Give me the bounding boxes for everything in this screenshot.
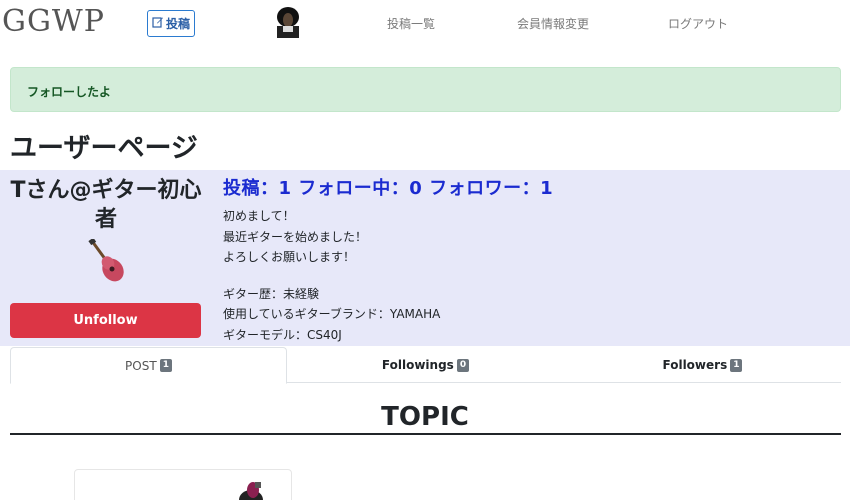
- tab-label: POST: [125, 358, 157, 373]
- count-badge: 1: [159, 359, 172, 372]
- unfollow-button[interactable]: Unfollow: [10, 303, 201, 338]
- brand-logo[interactable]: GGWP: [2, 2, 105, 42]
- divider: [10, 433, 841, 435]
- user-bio: 初めまして！ 最近ギターを始めました！ よろしくお願いします！ ギター歴：未経験…: [223, 206, 440, 345]
- success-alert: フォローしたよ: [10, 67, 841, 112]
- bio-line: 最近ギターを始めました！: [223, 229, 368, 244]
- bio-line: 初めまして！: [223, 209, 295, 223]
- bio-spacer: [223, 268, 440, 284]
- page-title: ユーザーページ: [10, 133, 198, 164]
- post-card[interactable]: [74, 469, 292, 500]
- guitar-model: ギターモデル：CS40J: [223, 327, 342, 342]
- guitar-experience: ギター歴：未経験: [223, 286, 320, 301]
- count-badge: 0: [456, 358, 470, 372]
- new-post-button[interactable]: 投稿: [147, 10, 195, 37]
- profile-tabs: POST 1 Followings 0 Followers 1: [10, 347, 841, 384]
- guitar-icon: [86, 237, 126, 283]
- navbar: GGWP 投稿 投稿一覧 会員情報変更 ログアウト: [0, 0, 850, 46]
- tab-label: Followings: [381, 358, 454, 372]
- user-name: Tさん@ギター初心者: [10, 178, 202, 232]
- bio-line: よろしくお願いします！: [223, 250, 356, 264]
- nav-edit-profile[interactable]: 会員情報変更: [517, 15, 589, 32]
- nav-post-list[interactable]: 投稿一覧: [387, 15, 435, 32]
- user-stats: 投稿：1 フォロー中：0 フォロワー：1: [223, 178, 554, 199]
- new-post-label: 投稿: [165, 17, 190, 31]
- tab-followers[interactable]: Followers 1: [564, 347, 841, 383]
- tab-followings[interactable]: Followings 0: [287, 347, 564, 383]
- avatar[interactable]: [274, 6, 302, 38]
- tab-label: Followers: [662, 358, 728, 372]
- topic-heading: TOPIC: [381, 402, 469, 432]
- count-badge: 1: [730, 358, 743, 372]
- guitar-brand: 使用しているギターブランド：YAMAHA: [223, 307, 441, 321]
- nav-logout[interactable]: ログアウト: [668, 15, 728, 32]
- profile-panel: Tさん@ギター初心者 Unfollow 投稿：1 フォロー中：0 フォロワー：1…: [0, 170, 850, 346]
- post-image: [235, 480, 267, 500]
- edit-icon: [152, 16, 164, 31]
- tab-post[interactable]: POST 1: [10, 347, 287, 384]
